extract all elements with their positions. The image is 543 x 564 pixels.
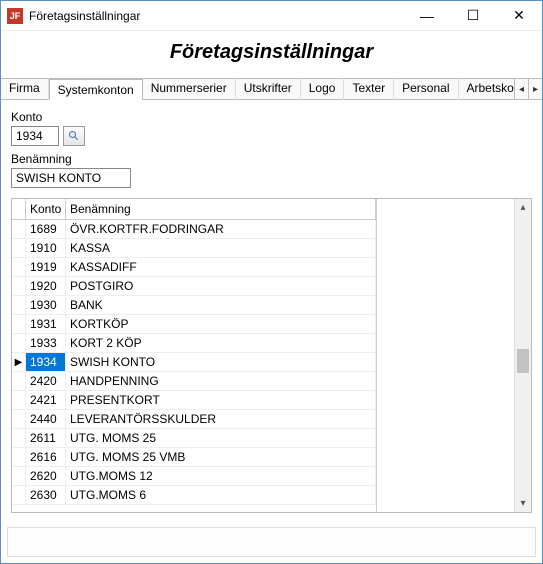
cell-benamning: KORTKÖP: [66, 315, 376, 334]
konto-lookup-button[interactable]: [63, 126, 85, 146]
cell-konto: 1934: [26, 353, 66, 372]
grid-header-selector: [12, 199, 26, 219]
grid-header-benamning[interactable]: Benämning: [66, 199, 376, 219]
maximize-button[interactable]: ☐: [450, 1, 496, 31]
cell-konto: 2421: [26, 391, 66, 410]
table-row[interactable]: ▶1934SWISH KONTO: [12, 353, 376, 372]
table-row[interactable]: 2421PRESENTKORT: [12, 391, 376, 410]
cell-konto: 1920: [26, 277, 66, 296]
table-row[interactable]: 2620UTG.MOMS 12: [12, 467, 376, 486]
benamning-label: Benämning: [11, 152, 532, 166]
page-title: Företagsinställningar: [1, 31, 542, 78]
tab-arbetskoder[interactable]: Arbetskoder: [459, 78, 515, 100]
table-row[interactable]: 1689ÖVR.KORTFR.FODRINGAR: [12, 220, 376, 239]
grid-header: Konto Benämning: [12, 199, 376, 220]
konto-label: Konto: [11, 110, 532, 124]
scroll-down-icon[interactable]: ▾: [515, 495, 531, 512]
app-window: JF Företagsinställningar — ☐ ✕ Företagsi…: [0, 0, 543, 564]
cell-benamning: UTG.MOMS 6: [66, 486, 376, 505]
titlebar[interactable]: JF Företagsinställningar — ☐ ✕: [1, 1, 542, 31]
tab-scroll-left[interactable]: ◂: [514, 79, 528, 99]
tab-personal[interactable]: Personal: [394, 78, 458, 100]
row-indicator-icon: [12, 239, 26, 258]
cell-konto: 1689: [26, 220, 66, 239]
cell-benamning: LEVERANTÖRSSKULDER: [66, 410, 376, 429]
cell-konto: 1910: [26, 239, 66, 258]
tab-systemkonton[interactable]: Systemkonton: [49, 79, 143, 100]
row-indicator-icon: [12, 391, 26, 410]
minimize-button[interactable]: —: [404, 1, 450, 31]
cell-benamning: KASSADIFF: [66, 258, 376, 277]
cell-benamning: ÖVR.KORTFR.FODRINGAR: [66, 220, 376, 239]
row-indicator-icon: [12, 277, 26, 296]
cell-konto: 2630: [26, 486, 66, 505]
row-indicator-icon: [12, 315, 26, 334]
table-row[interactable]: 2440LEVERANTÖRSSKULDER: [12, 410, 376, 429]
cell-benamning: BANK: [66, 296, 376, 315]
table-row[interactable]: 1919KASSADIFF: [12, 258, 376, 277]
cell-konto: 2611: [26, 429, 66, 448]
cell-konto: 2420: [26, 372, 66, 391]
tab-scroll-right[interactable]: ▸: [528, 79, 542, 99]
window-title: Företagsinställningar: [29, 9, 404, 23]
cell-konto: 1931: [26, 315, 66, 334]
row-indicator-icon: ▶: [12, 353, 26, 372]
row-indicator-icon: [12, 448, 26, 467]
table-row[interactable]: 1931KORTKÖP: [12, 315, 376, 334]
search-icon: [68, 130, 80, 142]
table-row[interactable]: 1933KORT 2 KÖP: [12, 334, 376, 353]
table-row[interactable]: 2611UTG. MOMS 25: [12, 429, 376, 448]
cell-benamning: UTG. MOMS 25: [66, 429, 376, 448]
tab-content: Konto Benämning Konto Benämning 1689ÖVR.…: [1, 100, 542, 521]
row-indicator-icon: [12, 220, 26, 239]
cell-benamning: UTG. MOMS 25 VMB: [66, 448, 376, 467]
cell-benamning: POSTGIRO: [66, 277, 376, 296]
app-icon: JF: [7, 8, 23, 24]
row-indicator-icon: [12, 429, 26, 448]
close-button[interactable]: ✕: [496, 1, 542, 31]
table-row[interactable]: 2630UTG.MOMS 6: [12, 486, 376, 505]
row-indicator-icon: [12, 486, 26, 505]
cell-benamning: SWISH KONTO: [66, 353, 376, 372]
tab-bar: FirmaSystemkontonNummerserierUtskrifterL…: [1, 78, 542, 100]
table-row[interactable]: 2420HANDPENNING: [12, 372, 376, 391]
cell-konto: 2440: [26, 410, 66, 429]
tab-logo[interactable]: Logo: [301, 78, 345, 100]
cell-konto: 1933: [26, 334, 66, 353]
cell-benamning: KASSA: [66, 239, 376, 258]
cell-konto: 2620: [26, 467, 66, 486]
table-row[interactable]: 2616UTG. MOMS 25 VMB: [12, 448, 376, 467]
account-grid: Konto Benämning 1689ÖVR.KORTFR.FODRINGAR…: [11, 198, 532, 513]
row-indicator-icon: [12, 296, 26, 315]
table-row[interactable]: 1910KASSA: [12, 239, 376, 258]
scroll-up-icon[interactable]: ▴: [515, 199, 531, 216]
grid-header-konto[interactable]: Konto: [26, 199, 66, 219]
konto-input[interactable]: [11, 126, 59, 146]
scroll-thumb[interactable]: [517, 349, 529, 373]
row-indicator-icon: [12, 467, 26, 486]
tab-texter[interactable]: Texter: [344, 78, 394, 100]
cell-konto: 2616: [26, 448, 66, 467]
status-bar: [7, 527, 536, 557]
cell-konto: 1930: [26, 296, 66, 315]
tab-firma[interactable]: Firma: [1, 78, 49, 100]
table-row[interactable]: 1920POSTGIRO: [12, 277, 376, 296]
cell-benamning: PRESENTKORT: [66, 391, 376, 410]
grid-scrollbar[interactable]: ▴ ▾: [514, 199, 531, 512]
row-indicator-icon: [12, 334, 26, 353]
cell-benamning: KORT 2 KÖP: [66, 334, 376, 353]
row-indicator-icon: [12, 258, 26, 277]
cell-benamning: HANDPENNING: [66, 372, 376, 391]
row-indicator-icon: [12, 372, 26, 391]
tab-nummerserier[interactable]: Nummerserier: [143, 78, 236, 100]
benamning-input[interactable]: [11, 168, 131, 188]
row-indicator-icon: [12, 410, 26, 429]
cell-benamning: UTG.MOMS 12: [66, 467, 376, 486]
table-row[interactable]: 1930BANK: [12, 296, 376, 315]
tab-utskrifter[interactable]: Utskrifter: [236, 78, 301, 100]
cell-konto: 1919: [26, 258, 66, 277]
